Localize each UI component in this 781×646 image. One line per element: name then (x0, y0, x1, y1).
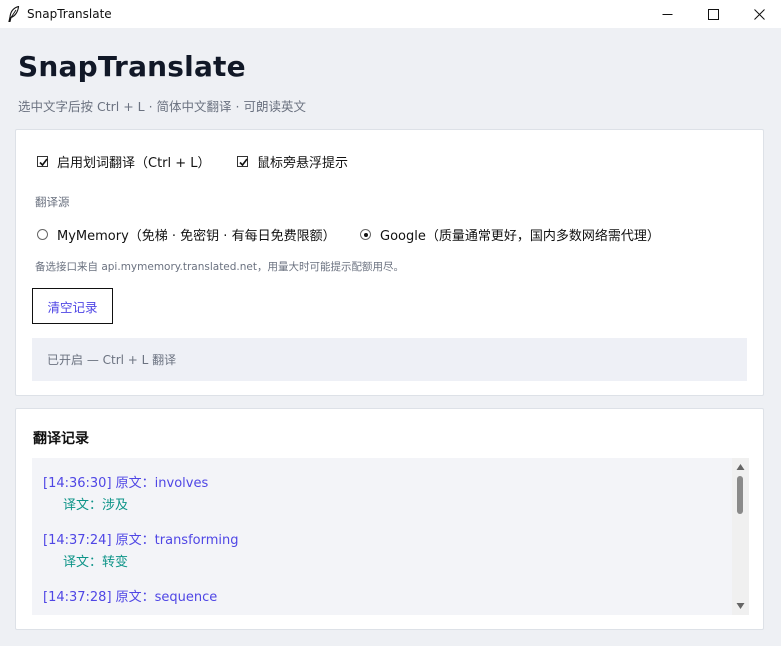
history-title: 翻译记录 (33, 431, 89, 447)
history-translation-text: 译文：转变 (63, 555, 129, 570)
mymemory-label: MyMemory（免梯 · 免密钥 · 有每日免费限额） (57, 229, 336, 244)
history-source-text: [14:37:28] 原文：sequence (43, 590, 218, 605)
settings-panel: 启用划词翻译（Ctrl + L） 鼠标旁悬浮提示 翻译源 MyMemory（免梯… (15, 129, 764, 396)
status-text: 已开启 — Ctrl + L 翻译 (47, 353, 177, 367)
google-label: Google（质量通常更好，国内多数网络需代理） (380, 229, 660, 244)
history-panel: 翻译记录 [14:36:30] 原文：involves 译文：涉及 [14:37… (15, 408, 764, 630)
enable-translate-label: 启用划词翻译（Ctrl + L） (57, 156, 211, 171)
status-bar: 已开启 — Ctrl + L 翻译 (32, 338, 747, 381)
hover-tooltip-label: 鼠标旁悬浮提示 (257, 156, 349, 171)
list-item: [14:36:30] 原文：involves 译文：涉及 (43, 472, 208, 513)
close-button[interactable] (736, 0, 781, 28)
checkmark-icon (39, 158, 48, 167)
list-item: [14:37:24] 原文：transforming 译文：转变 (43, 529, 239, 570)
list-item: [14:37:28] 原文：sequence (43, 586, 217, 605)
scroll-down-icon[interactable] (736, 602, 745, 610)
clear-history-button[interactable]: 清空记录 (32, 288, 113, 324)
scroll-up-icon[interactable] (736, 463, 745, 471)
history-source-text: [14:36:30] 原文：involves (43, 476, 209, 491)
mymemory-radio[interactable] (37, 229, 48, 240)
source-hint: 备选接口来自 api.mymemory.translated.net，用量大时可… (35, 261, 405, 273)
minimize-icon (662, 13, 672, 15)
history-translation-text: 译文：涉及 (63, 498, 129, 513)
maximize-icon (707, 8, 719, 20)
history-source-text: [14:37:24] 原文：transforming (43, 533, 239, 548)
maximize-button[interactable] (690, 0, 736, 28)
checkmark-icon (239, 158, 248, 167)
scrollbar-thumb[interactable] (737, 476, 743, 514)
enable-translate-option[interactable]: 启用划词翻译（Ctrl + L） (37, 152, 211, 171)
hover-tooltip-checkbox[interactable] (237, 156, 248, 167)
page-subtitle: 选中文字后按 Ctrl + L · 简体中文翻译 · 可朗读英文 (18, 99, 306, 114)
enable-translate-checkbox[interactable] (37, 156, 48, 167)
source-option-google[interactable]: Google（质量通常更好，国内多数网络需代理） (360, 225, 660, 244)
minimize-button[interactable] (644, 0, 690, 28)
history-scrollbar[interactable] (732, 458, 749, 615)
source-option-mymemory[interactable]: MyMemory（免梯 · 免密钥 · 有每日免费限额） (37, 225, 336, 244)
page-title: SnapTranslate (18, 50, 246, 83)
source-section-label: 翻译源 (35, 195, 70, 209)
feather-icon (8, 5, 20, 23)
window-title: SnapTranslate (27, 7, 112, 21)
hover-tooltip-option[interactable]: 鼠标旁悬浮提示 (237, 152, 348, 171)
close-icon (753, 8, 765, 20)
window-titlebar: SnapTranslate (0, 0, 781, 28)
google-radio[interactable] (360, 229, 371, 240)
history-list[interactable]: [14:36:30] 原文：involves 译文：涉及 [14:37:24] … (32, 458, 749, 615)
